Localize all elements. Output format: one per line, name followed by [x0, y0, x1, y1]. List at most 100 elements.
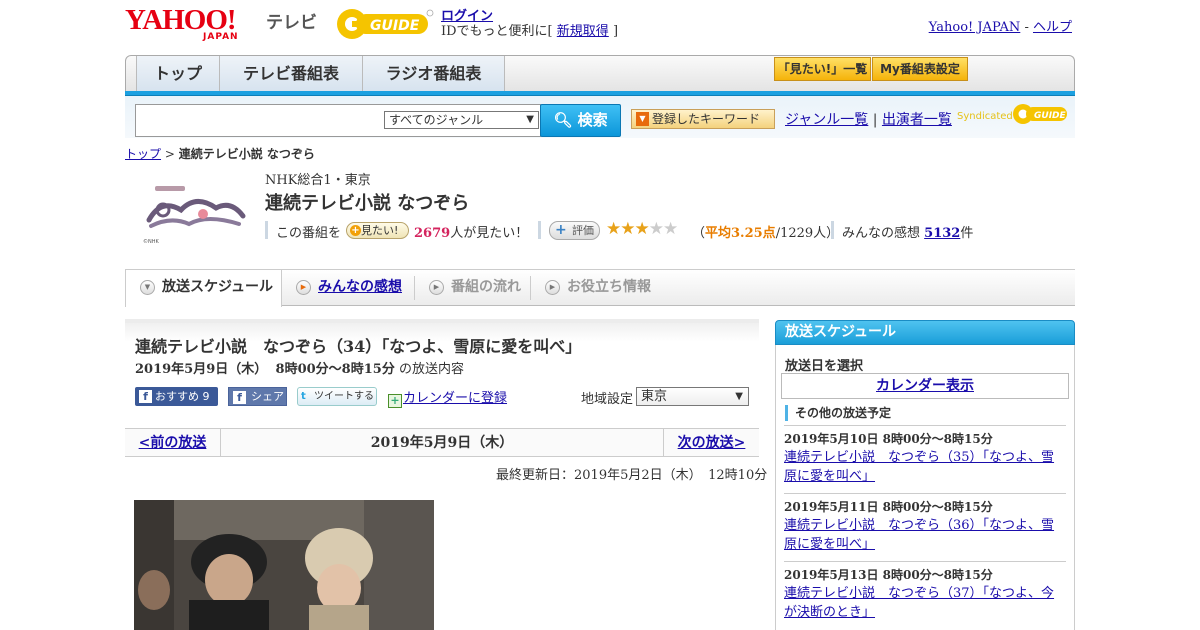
nav-tab-tv-schedule[interactable]: テレビ番組表 [220, 56, 363, 91]
divider [831, 221, 834, 239]
chevron-down-icon: ▼ [735, 391, 743, 402]
episode-time: 8時00分～8時15分 [275, 362, 395, 377]
performers-list-link[interactable]: 出演者一覧 [882, 112, 952, 128]
divider [538, 221, 541, 239]
want-suffix: 人が見たい！ [450, 226, 529, 241]
list-item: 2019年5月11日 8時00分～8時15分 連続テレビ小説 なつぞら（36）「… [784, 493, 1066, 554]
registered-keywords-button[interactable]: ▼ 登録したキーワード [631, 109, 775, 129]
facebook-icon: f [233, 391, 246, 404]
next-broadcast-link[interactable]: 次の放送> [664, 429, 759, 457]
region-select-value: 東京 [641, 389, 668, 404]
pager-current-date: 2019年5月9日（木） [370, 435, 514, 451]
region-select[interactable]: 東京 ▼ [636, 387, 749, 406]
impressions-prefix: みんなの感想 [842, 226, 921, 241]
yahoo-logo-text: YAHOO! [125, 4, 237, 36]
list-item: 2019年5月13日 8時00分～8時15分 連続テレビ小説 なつぞら（37）「… [784, 561, 1066, 622]
search-button-label: 検索 [577, 111, 608, 129]
top-links-dash: - [1024, 20, 1029, 35]
episode-date-suffix: の放送内容 [398, 362, 464, 377]
episode-photo [134, 500, 434, 630]
broadcast-link[interactable]: 連続テレビ小説 なつぞら（37）「なつよ、今が決断のとき」 [784, 584, 1066, 622]
genre-select[interactable]: すべてのジャンル ▼ [384, 111, 539, 129]
want-count-text: 2679人が見たい！ [414, 222, 528, 241]
want-prefix: この番組を [276, 226, 342, 241]
calendar-add-icon: + [388, 394, 402, 408]
calendar-register[interactable]: + カレンダーに登録 [388, 387, 507, 408]
breadcrumb-current: 連続テレビ小説 なつぞら [178, 147, 315, 161]
login-subtext: IDでもっと便利に[ 新規取得 ] [441, 20, 618, 39]
last-updated: 最終更新日：2019年5月2日（木） 12時10分 [496, 468, 768, 483]
average-value: 平均3.25点 [705, 226, 776, 241]
average-count: /1229人） [775, 226, 840, 241]
rating-stars: ★★★★★ [606, 219, 679, 239]
genre-links-separator: | [872, 112, 878, 128]
my-schedule-button[interactable]: My番組表設定 [872, 57, 968, 81]
facebook-share-button[interactable]: f シェア [228, 387, 287, 406]
want-list-button[interactable]: 「見たい!」一覧 [774, 57, 871, 81]
episode-title: 連続テレビ小説 なつぞら（34）「なつよ、雪原に愛を叫べ」 [135, 337, 582, 356]
calendar-register-link[interactable]: カレンダーに登録 [403, 391, 507, 406]
broadcast-link[interactable]: 連続テレビ小説 なつぞら（36）「なつよ、雪原に愛を叫べ」 [784, 516, 1066, 554]
tweet-label: ツイートする [314, 391, 374, 402]
episode-date-line: 2019年5月9日（木） 8時00分～8時15分 の放送内容 [135, 358, 464, 377]
want-to-watch-button[interactable]: + 見たい! [346, 222, 409, 239]
average-rating: （平均3.25点/1229人） [692, 222, 839, 241]
tab-label: 番組の流れ [451, 279, 521, 295]
impressions-count-link[interactable]: 5132 [924, 226, 960, 241]
registered-keywords-label: 登録したキーワード [652, 112, 761, 126]
search-button[interactable]: 🔍︎ 検索 [540, 104, 621, 137]
want-to-watch-label: 見たい! [361, 224, 399, 237]
chevron-down-icon: ▼ [526, 114, 534, 125]
breadcrumb-top-link[interactable]: トップ [125, 147, 161, 161]
yahoo-japan-logo[interactable]: YAHOO! JAPAN [125, 4, 261, 43]
broadcast-link[interactable]: 連続テレビ小説 なつぞら（35）「なつよ、雪原に愛を叫べ」 [784, 448, 1066, 486]
genre-list-link[interactable]: ジャンル一覧 [785, 112, 868, 128]
divider [265, 221, 268, 239]
chevron-right-icon: ▶ [296, 280, 311, 295]
other-broadcasts-heading: その他の放送予定 [785, 405, 891, 421]
svg-text:GUIDE: GUIDE [1034, 111, 1067, 121]
tab-impressions[interactable]: ▶ みんなの感想 [282, 270, 414, 306]
search-icon: 🔍︎ [553, 111, 573, 129]
help-link[interactable]: ヘルプ [1033, 20, 1072, 35]
facebook-recommend-button[interactable]: f おすすめ 9 [135, 387, 218, 406]
genre-links: ジャンル一覧 | 出演者一覧 [785, 109, 952, 129]
prev-broadcast-link[interactable]: <前の放送 [125, 429, 220, 457]
chevron-right-icon: ▶ [545, 280, 560, 295]
calendar-view-button[interactable]: カレンダー表示 [781, 373, 1069, 399]
chevron-right-icon: ▶ [429, 280, 444, 295]
login-sub-prefix: IDでもっと便利に[ [441, 24, 553, 39]
breadcrumb-separator: > [164, 147, 175, 161]
episode-pager: <前の放送 2019年5月9日（木） 次の放送> [125, 428, 759, 457]
average-open: （ [692, 226, 706, 241]
recommend-count: 9 [202, 390, 210, 403]
tab-label: お役立ち情報 [567, 279, 651, 295]
broadcast-date: 2019年5月13日 8時00分～8時15分 [784, 568, 993, 582]
tab-label: 放送スケジュール [162, 279, 274, 295]
tweet-button[interactable]: t ツイートする [297, 387, 377, 406]
rate-button[interactable]: + 評価 [549, 221, 600, 240]
svg-text:GUIDE: GUIDE [370, 18, 420, 34]
plus-icon: + [350, 225, 361, 236]
list-item: 2019年5月10日 8時00分～8時15分 連続テレビ小説 なつぞら（35）「… [784, 425, 1066, 486]
login-sub-suffix: ] [612, 24, 619, 39]
signup-link[interactable]: 新規取得 [557, 24, 609, 39]
twitter-bird-icon: t [301, 391, 306, 402]
rate-button-label: 評価 [572, 224, 594, 237]
episode-date: 2019年5月9日（木） [135, 362, 268, 377]
select-day-label: 放送日を選択 [785, 359, 864, 374]
star-empty-icons: ★★ [648, 219, 679, 239]
broadcast-date: 2019年5月10日 8時00分～8時15分 [784, 432, 993, 446]
region-label: 地域設定 [581, 392, 634, 407]
yahoo-japan-link[interactable]: Yahoo! JAPAN [929, 20, 1021, 35]
nav-tab-top[interactable]: トップ [136, 56, 220, 91]
tab-label: みんなの感想 [318, 279, 402, 295]
nav-tab-radio-schedule[interactable]: ラジオ番組表 [363, 56, 505, 91]
dropdown-triangle-icon: ▼ [636, 112, 649, 126]
plus-icon: + [555, 222, 567, 238]
g-guide-logo[interactable]: GUIDE [334, 6, 434, 42]
tab-broadcast-schedule[interactable]: ▼ 放送スケジュール [125, 270, 282, 307]
g-guide-small-logo: GUIDE [1012, 102, 1068, 130]
breadcrumb: トップ > 連続テレビ小説 なつぞら [125, 145, 315, 162]
yahoo-logo-sub: JAPAN [203, 32, 239, 42]
